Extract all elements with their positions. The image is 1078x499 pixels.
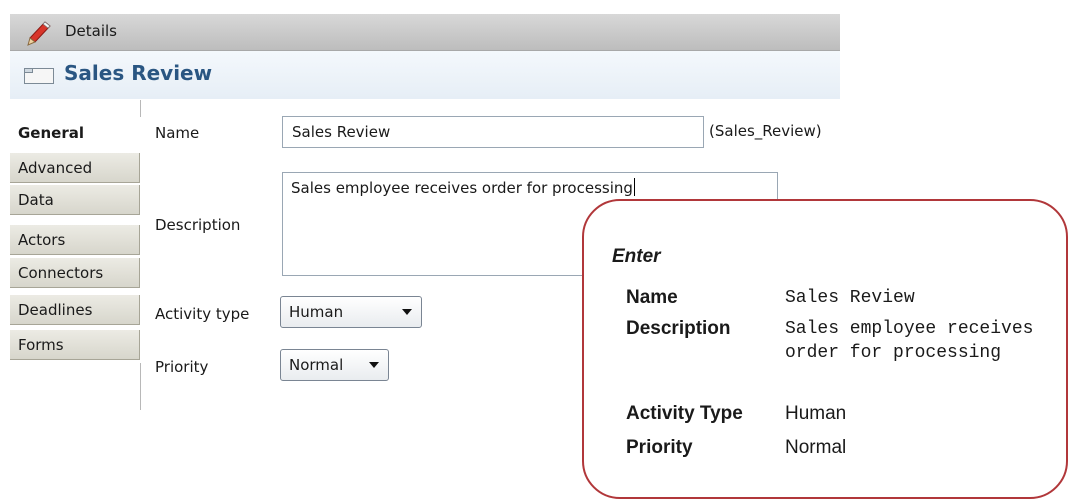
callout-priority-value: Normal — [785, 437, 847, 458]
callout-activity-type-value: Human — [785, 403, 847, 424]
callout-name-value: Sales Review — [785, 288, 915, 308]
activity-header: Sales Review — [10, 51, 840, 99]
dropdown-arrow-icon — [369, 362, 379, 368]
description-text: Sales employee receives order for proces… — [291, 179, 633, 197]
dropdown-arrow-icon — [402, 309, 412, 315]
instruction-callout: Enter Name Sales Review Description Sale… — [582, 199, 1068, 499]
priority-select[interactable]: Normal — [280, 349, 389, 381]
priority-value: Normal — [289, 356, 344, 374]
tab-deadlines[interactable]: Deadlines — [10, 295, 140, 325]
name-label: Name — [155, 124, 200, 142]
text-caret — [633, 178, 635, 196]
name-input[interactable]: Sales Review — [282, 116, 704, 148]
callout-activity-type-key: Activity Type — [626, 403, 743, 424]
tab-actors[interactable]: Actors — [10, 225, 140, 255]
tab-general[interactable]: General — [10, 116, 140, 150]
pencil-icon — [27, 21, 51, 46]
callout-name-key: Name — [626, 287, 678, 308]
details-title-bar: Details — [10, 14, 840, 51]
description-label: Description — [155, 216, 241, 234]
tabs-filler — [10, 363, 141, 410]
callout-priority-key: Priority — [626, 437, 693, 458]
tabs-top-strip — [10, 100, 141, 117]
activity-type-label: Activity type — [155, 305, 250, 323]
name-identifier: (Sales_Review) — [709, 122, 822, 140]
activity-type-select[interactable]: Human — [280, 296, 422, 328]
activity-icon — [24, 68, 54, 84]
tab-advanced[interactable]: Advanced — [10, 153, 140, 183]
callout-heading: Enter — [612, 246, 661, 267]
callout-description-key: Description — [626, 318, 731, 339]
tab-forms[interactable]: Forms — [10, 330, 140, 360]
window-title: Details — [65, 22, 118, 40]
callout-description-value: Sales employee receives order for proces… — [785, 319, 1034, 363]
tab-data[interactable]: Data — [10, 185, 140, 215]
page-title: Sales Review — [64, 61, 213, 85]
tab-connectors[interactable]: Connectors — [10, 258, 140, 288]
activity-type-value: Human — [289, 303, 344, 321]
priority-label: Priority — [155, 358, 209, 376]
property-tabs: General Advanced Data Actors Connectors … — [10, 100, 142, 410]
